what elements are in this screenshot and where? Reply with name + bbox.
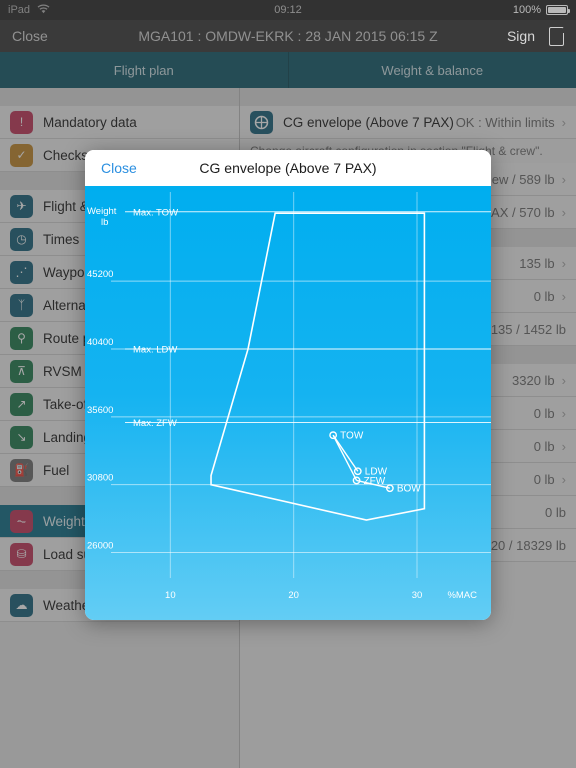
modal-title: CG envelope (Above 7 PAX) [199, 160, 377, 176]
x-tick-label: 20 [288, 590, 299, 601]
cg-data-point-label: ZFW [364, 476, 386, 487]
x-axis-unit-label: %MAC [447, 590, 477, 601]
modal-header: Close CG envelope (Above 7 PAX) [85, 150, 491, 186]
limit-line-label: Max. ZFW [133, 418, 177, 429]
document-icon[interactable] [549, 26, 564, 46]
y-tick-label: 30800 [87, 473, 113, 484]
cg-envelope-chart[interactable]: 26000 30800 35600 40400 45200 Weight lb Max. TO… [85, 186, 491, 620]
status-bar-right: 100% [512, 4, 570, 16]
battery-icon [546, 5, 570, 15]
cg-data-point-label: BOW [397, 484, 421, 495]
cg-envelope-polygon [210, 212, 426, 521]
limit-line-label: Max. TOW [133, 207, 178, 218]
x-tick-label: 30 [412, 590, 423, 601]
y-axis-title: Weight [87, 206, 117, 217]
cg-data-point-label: TOW [340, 431, 364, 442]
y-axis-title: lb [101, 217, 108, 228]
cg-envelope-modal: Close CG envelope (Above 7 PAX) 26000 308… [85, 150, 491, 620]
nav-bar-right: Sign [507, 26, 564, 46]
battery-percent: 100% [512, 4, 541, 16]
y-tick-label: 35600 [87, 405, 113, 416]
y-tick-label: 45200 [87, 269, 113, 280]
cg-chart-svg: 26000 30800 35600 40400 45200 Weightlb Max. TO… [87, 192, 491, 601]
limit-line-label: Max. LDW [133, 344, 177, 355]
sign-button[interactable]: Sign [507, 28, 535, 44]
y-tick-label: 40400 [87, 337, 113, 348]
x-tick-label: 10 [165, 590, 176, 601]
cg-point-connector [332, 434, 358, 481]
y-tick-label: 26000 [87, 541, 113, 552]
